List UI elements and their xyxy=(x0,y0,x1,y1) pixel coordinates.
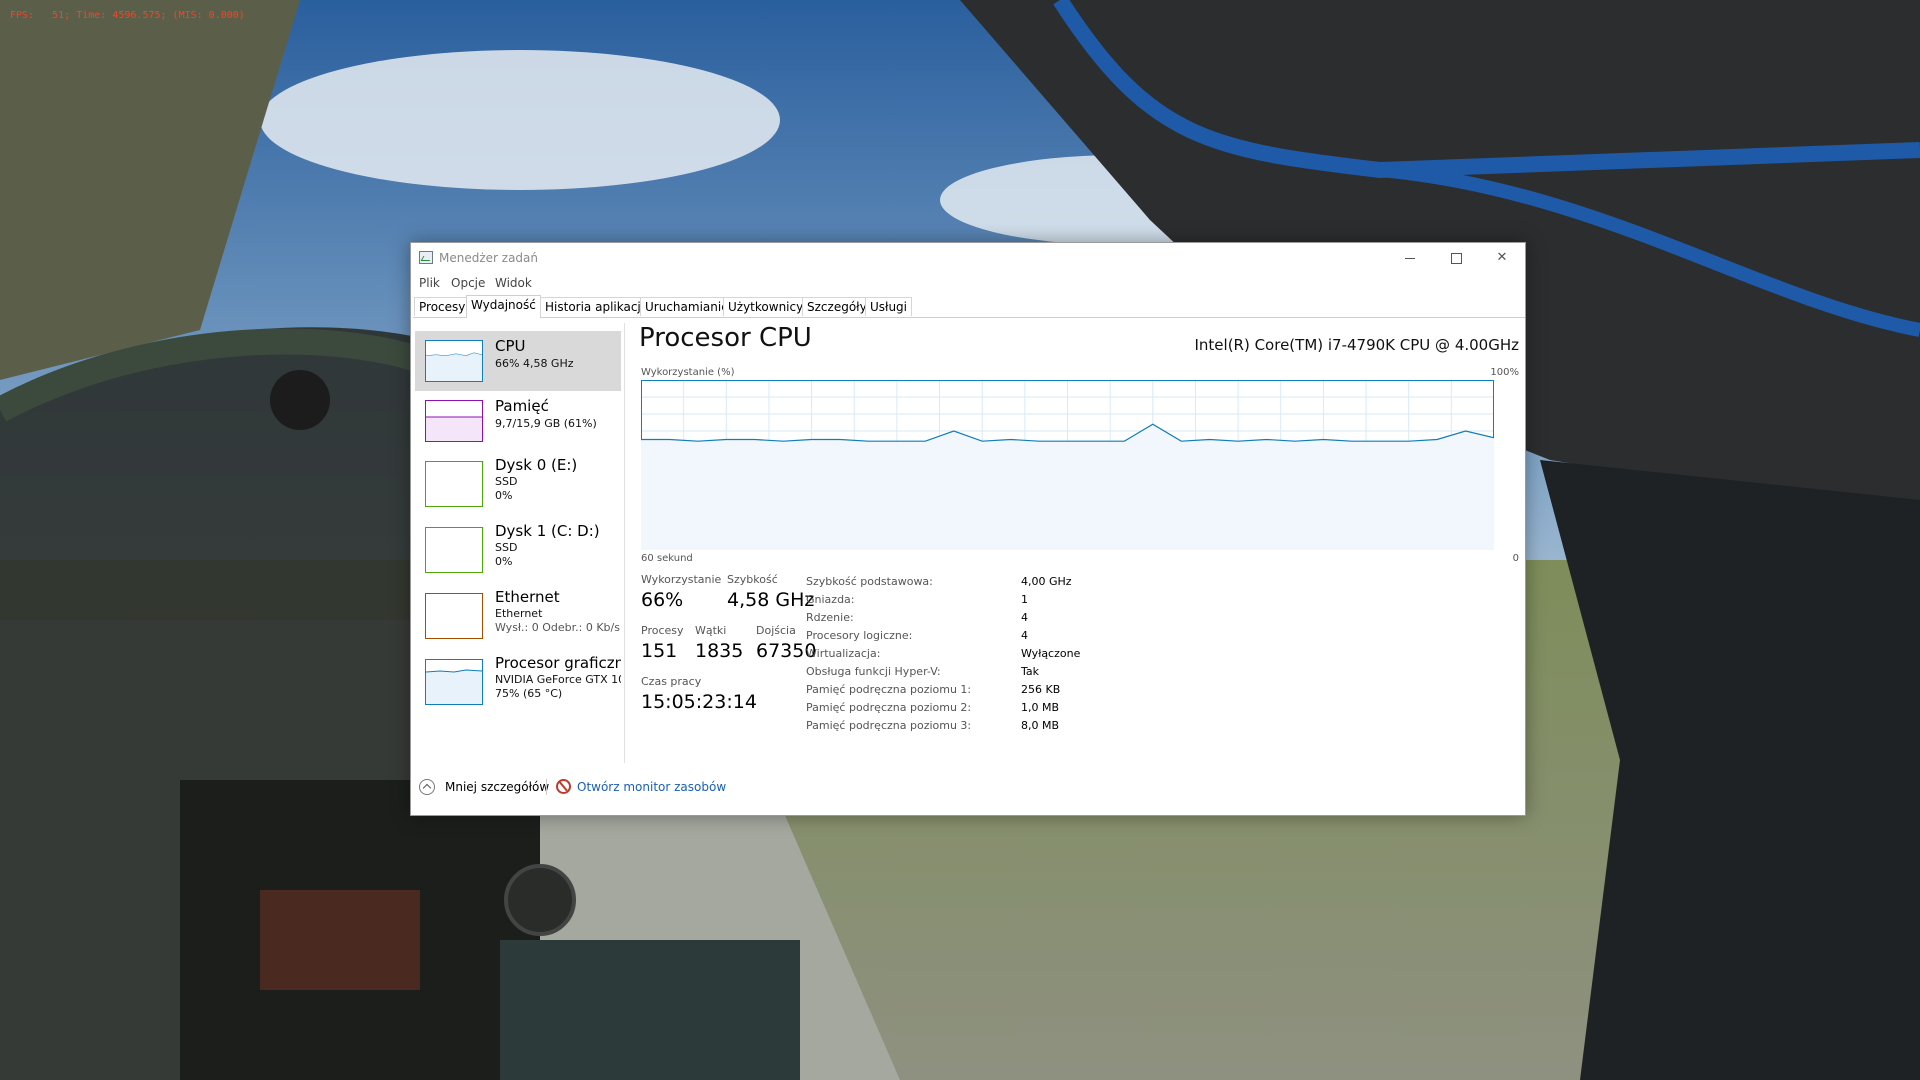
speed-value: 4,58 GHz xyxy=(727,589,815,611)
l3-cache-label: Pamięć podręczna poziomu 3: xyxy=(806,719,972,732)
tab-app-history[interactable]: Historia aplikacji xyxy=(540,297,650,316)
l1-cache-label: Pamięć podręczna poziomu 1: xyxy=(806,683,972,696)
minimize-button[interactable] xyxy=(1387,243,1433,273)
processes-value: 151 xyxy=(641,640,678,662)
menu-file[interactable]: Plik xyxy=(419,276,440,290)
sidebar-item-gpu[interactable]: Procesor graficzny 0 NVIDIA GeForce GTX … xyxy=(415,649,621,715)
uptime-value: 15:05:23:14 xyxy=(641,691,757,713)
tab-processes[interactable]: Procesy xyxy=(414,297,471,316)
sockets-value: 1 xyxy=(1021,593,1028,606)
footer-divider xyxy=(546,779,547,795)
window-title: Menedżer zadań xyxy=(439,251,538,265)
cpu-detail-panel: Procesor CPU Intel(R) Core(TM) i7-4790K … xyxy=(631,323,1519,763)
sidebar-item-ethernet[interactable]: Ethernet Ethernet Wysł.: 0 Odebr.: 0 Kb/… xyxy=(415,583,621,649)
sidebar-item-type: Ethernet xyxy=(495,607,543,620)
utilization-value: 66% xyxy=(641,589,684,611)
minimize-icon xyxy=(1405,258,1415,259)
sidebar-item-detail: 9,7/15,9 GB (61%) xyxy=(495,417,597,430)
tab-users[interactable]: Użytkownicy xyxy=(723,297,809,316)
sockets-label: Gniazda: xyxy=(806,593,855,606)
sidebar-item-disk-0[interactable]: Dysk 0 (E:) SSD 0% xyxy=(415,451,621,517)
memory-thumbnail xyxy=(425,400,483,442)
open-resource-monitor-link[interactable]: Otwórz monitor zasobów xyxy=(577,780,726,794)
uptime-label: Czas pracy xyxy=(641,675,702,688)
sidebar-item-type: SSD xyxy=(495,475,518,488)
sidebar-item-detail: 75% (65 °C) xyxy=(495,687,563,700)
tab-performance[interactable]: Wydajność xyxy=(466,295,541,318)
maximize-icon xyxy=(1451,253,1462,264)
tab-bar: Procesy Wydajność Historia aplikacji Uru… xyxy=(413,295,1525,318)
sidebar-item-detail: 0% xyxy=(495,489,513,502)
sidebar-item-detail: 0% xyxy=(495,555,513,568)
title-bar[interactable]: Menedżer zadań ✕ xyxy=(411,243,1525,273)
disk-0-thumbnail xyxy=(425,461,483,507)
sidebar-item-detail: Wysł.: 0 Odebr.: 0 Kb/s xyxy=(495,621,620,634)
handles-label: Dojścia xyxy=(756,624,796,637)
sidebar-item-disk-1[interactable]: Dysk 1 (C: D:) SSD 0% xyxy=(415,517,621,583)
tab-services[interactable]: Usługi xyxy=(865,297,913,316)
close-button[interactable]: ✕ xyxy=(1479,243,1525,273)
sidebar-item-title: Ethernet xyxy=(495,588,560,606)
graph-label: Wykorzystanie (%) xyxy=(641,367,735,378)
menu-view[interactable]: Widok xyxy=(495,276,532,290)
sidebar-item-title: Dysk 1 (C: D:) xyxy=(495,522,600,540)
sidebar-item-title: Dysk 0 (E:) xyxy=(495,456,578,474)
speed-label: Szybkość xyxy=(727,573,778,586)
l2-cache-label: Pamięć podręczna poziomu 2: xyxy=(806,701,972,714)
ethernet-thumbnail xyxy=(425,593,483,639)
graph-min-label: 0 xyxy=(1512,553,1519,564)
virtualization-value: Wyłączone xyxy=(1021,647,1081,660)
gpu-thumbnail xyxy=(425,659,483,705)
sidebar-item-title: Pamięć xyxy=(495,397,549,415)
sidebar-divider xyxy=(624,323,625,763)
sidebar-item-type: SSD xyxy=(495,541,518,554)
hyper-v-value: Tak xyxy=(1021,665,1040,678)
task-manager-window: Menedżer zadań ✕ Plik Opcje Widok Proces… xyxy=(410,242,1526,816)
sidebar-item-cpu[interactable]: CPU 66% 4,58 GHz xyxy=(415,331,621,391)
sidebar-item-detail: 66% 4,58 GHz xyxy=(495,357,574,370)
sidebar-item-type: NVIDIA GeForce GTX 1080 xyxy=(495,673,621,686)
task-manager-app-icon xyxy=(419,251,433,264)
l1-cache-value: 256 KB xyxy=(1021,683,1061,696)
maximize-button[interactable] xyxy=(1433,243,1479,273)
sidebar-item-memory[interactable]: Pamięć 9,7/15,9 GB (61%) xyxy=(415,391,621,451)
logical-processors-label: Procesory logiczne: xyxy=(806,629,913,642)
fewer-details-button[interactable]: Mniej szczegółów xyxy=(445,780,549,794)
cpu-thumbnail xyxy=(425,340,483,382)
utilization-label: Wykorzystanie xyxy=(641,573,722,586)
fps-overlay: FPS: 51; Time: 4596.575; (MIS: 0.000) xyxy=(10,10,245,21)
graph-max-label: 100% xyxy=(1490,367,1519,378)
threads-value: 1835 xyxy=(695,640,744,662)
tab-details[interactable]: Szczegóły xyxy=(802,297,872,316)
l3-cache-value: 8,0 MB xyxy=(1021,719,1060,732)
close-icon: ✕ xyxy=(1496,250,1508,265)
cpu-model: Intel(R) Core(TM) i7-4790K CPU @ 4.00GHz xyxy=(1194,336,1519,354)
base-speed-label: Szybkość podstawowa: xyxy=(806,575,933,588)
base-speed-value: 4,00 GHz xyxy=(1021,575,1072,588)
graph-time-label: 60 sekund xyxy=(641,553,693,564)
logical-processors-value: 4 xyxy=(1021,629,1028,642)
page-title: Procesor CPU xyxy=(639,323,812,353)
cores-value: 4 xyxy=(1021,611,1028,624)
sidebar-item-title: Procesor graficzny 0 xyxy=(495,654,621,672)
threads-label: Wątki xyxy=(695,624,727,637)
cores-label: Rdzenie: xyxy=(806,611,854,624)
processes-label: Procesy xyxy=(641,624,684,637)
tab-startup[interactable]: Uruchamianie xyxy=(640,297,734,316)
footer: Mniej szczegółów Otwórz monitor zasobów xyxy=(411,773,911,801)
menu-options[interactable]: Opcje xyxy=(451,276,485,290)
resource-monitor-icon xyxy=(556,779,571,794)
disk-1-thumbnail xyxy=(425,527,483,573)
virtualization-label: Wirtualizacja: xyxy=(806,647,881,660)
cpu-usage-graph xyxy=(641,380,1494,550)
chevron-up-icon[interactable] xyxy=(419,779,435,795)
cpu-usage-area xyxy=(641,424,1494,550)
hyper-v-label: Obsługa funkcji Hyper-V: xyxy=(806,665,941,678)
resource-sidebar: CPU 66% 4,58 GHz Pamięć 9,7/15,9 GB (61%… xyxy=(411,323,622,763)
l2-cache-value: 1,0 MB xyxy=(1021,701,1060,714)
sidebar-item-title: CPU xyxy=(495,337,526,355)
